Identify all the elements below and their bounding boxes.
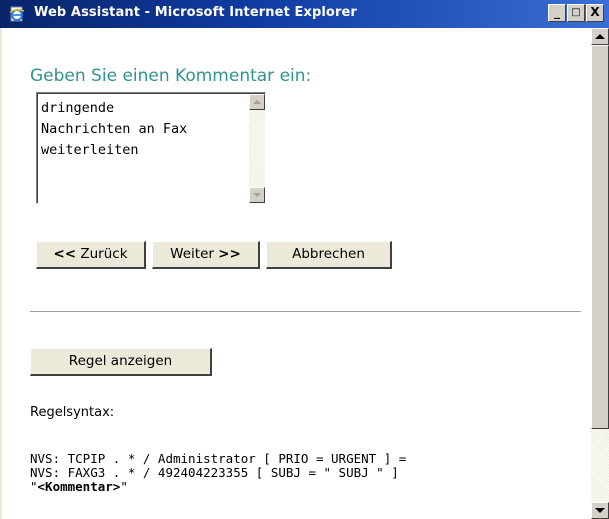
ie-page-icon [9,6,25,22]
back-button[interactable]: << Zurück [36,241,146,269]
next-button-label: Weiter [170,246,214,262]
page-scrollbar[interactable] [591,28,609,519]
cancel-button[interactable]: Abbrechen [266,241,392,269]
syntax-line-2: NVS: FAXG3 . * / 492404223355 [ SUBJ = "… [30,465,399,480]
close-button[interactable]: X [586,4,604,22]
page-content: Geben Sie einen Kommentar ein: dringende… [2,28,591,519]
chevron-right-icon: >> [218,246,241,262]
minimize-button[interactable]: _ [548,4,566,22]
scroll-up-icon[interactable] [591,28,609,45]
chevron-left-icon: << [53,246,77,262]
comment-scrollbar[interactable] [249,94,265,203]
syntax-line-1: NVS: TCPIP . * / Administrator [ PRIO = … [30,451,407,466]
next-button[interactable]: Weiter >> [152,241,260,269]
scroll-up-icon[interactable] [249,94,265,110]
scroll-thumb[interactable] [591,45,609,429]
syntax-quote-close: " [120,479,128,494]
syntax-placeholder: <Kommentar> [37,479,121,494]
scroll-down-icon[interactable] [591,502,609,519]
browser-window: Web Assistant - Microsoft Internet Explo… [0,0,609,519]
syntax-label: Regelsyntax: [30,405,115,420]
scroll-down-icon[interactable] [249,187,265,203]
maximize-button[interactable]: □ [567,4,585,22]
title-bar[interactable]: Web Assistant - Microsoft Internet Explo… [0,0,609,28]
window-title: Web Assistant - Microsoft Internet Explo… [34,5,357,20]
comment-textarea[interactable]: dringende Nachrichten an Fax weiterleite… [36,92,266,204]
back-button-label: Zurück [80,246,128,262]
comment-text[interactable]: dringende Nachrichten an Fax weiterleite… [41,98,241,161]
rule-syntax: NVS: TCPIP . * / Administrator [ PRIO = … [30,452,406,494]
show-rule-button[interactable]: Regel anzeigen [30,348,212,376]
syntax-quote-open: " [30,479,38,494]
page-heading: Geben Sie einen Kommentar ein: [30,66,312,86]
divider [30,311,581,313]
